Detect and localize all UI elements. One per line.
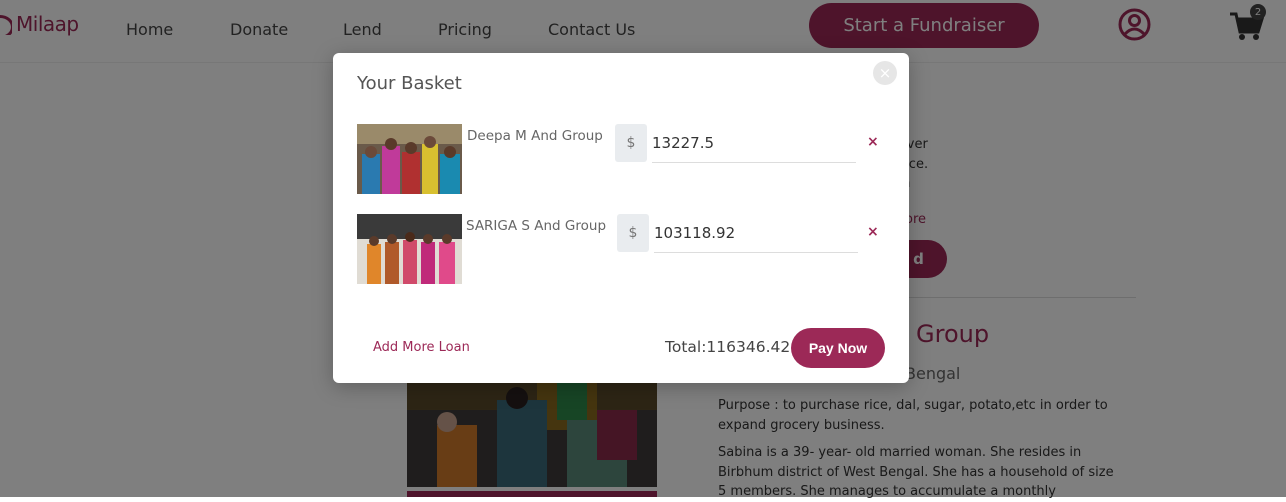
borrower-thumbnail — [357, 214, 462, 284]
add-more-loan-link[interactable]: Add More Loan — [373, 340, 470, 355]
basket-item: Deepa M And Group $ × — [357, 124, 887, 194]
basket-total: Total:116346.42 — [665, 338, 791, 356]
pay-now-button[interactable]: Pay Now — [791, 328, 885, 368]
close-icon[interactable]: × — [873, 61, 897, 85]
basket-item: SARIGA S And Group $ × — [357, 214, 887, 284]
loan-amount-input[interactable] — [652, 124, 856, 163]
modal-title: Your Basket — [357, 73, 462, 94]
currency-addon: $ — [615, 124, 647, 162]
currency-addon: $ — [617, 214, 649, 252]
borrower-name[interactable]: SARIGA S And Group — [466, 218, 606, 234]
basket-modal: Your Basket × Deepa M And Group $ × — [333, 53, 909, 383]
loan-amount-input[interactable] — [654, 214, 858, 253]
borrower-name[interactable]: Deepa M And Group — [467, 128, 603, 144]
remove-item-icon[interactable]: × — [867, 224, 879, 240]
borrower-thumbnail — [357, 124, 462, 194]
remove-item-icon[interactable]: × — [867, 134, 879, 150]
